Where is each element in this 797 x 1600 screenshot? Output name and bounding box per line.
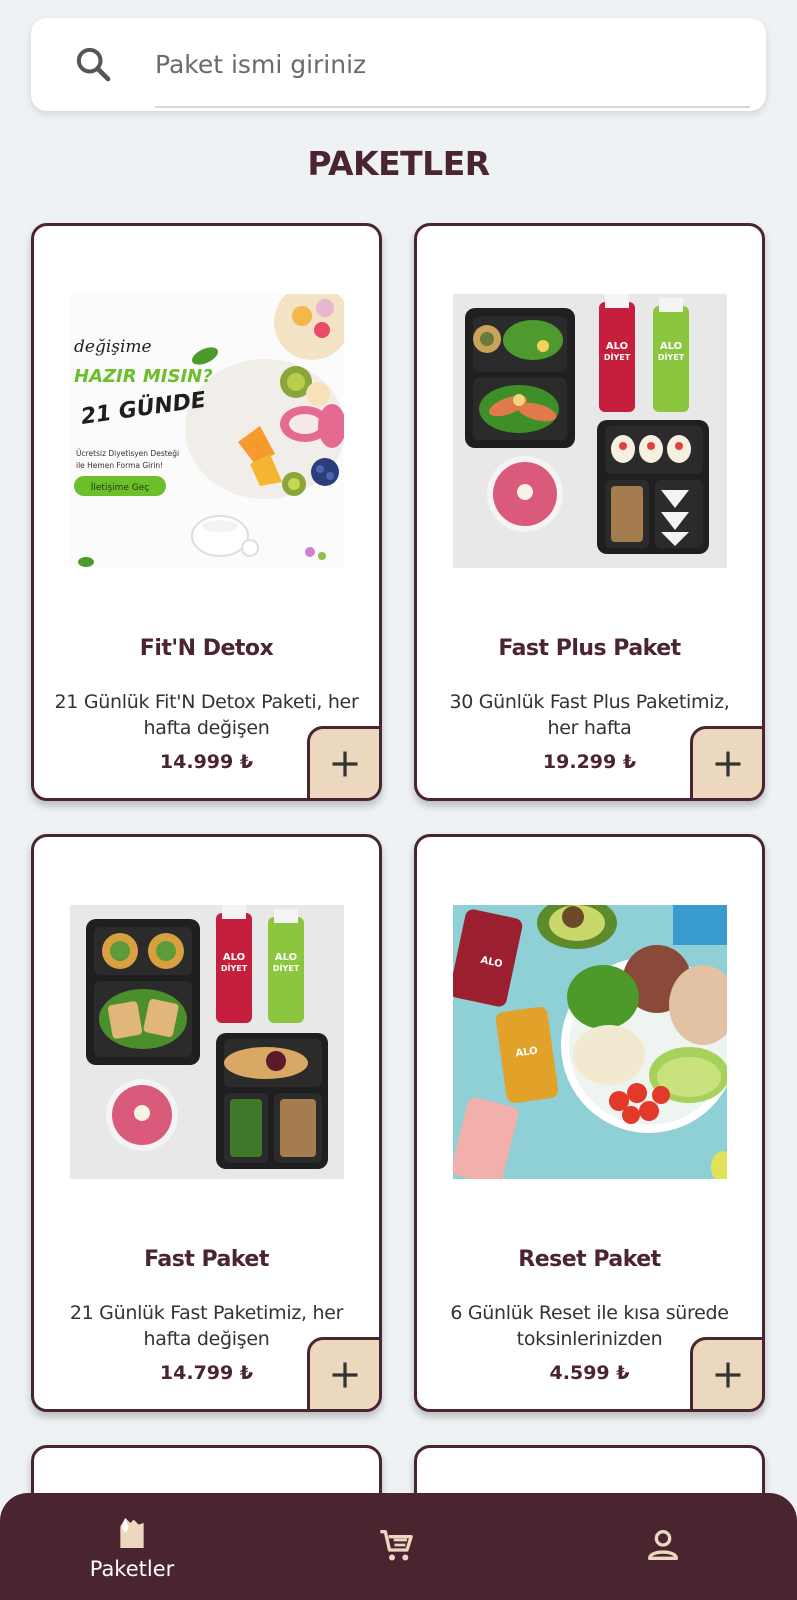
add-to-cart-button[interactable] [307,1337,379,1409]
nav-item-profile[interactable] [618,1493,708,1600]
svg-text:DİYET: DİYET [273,963,300,973]
promo-text: ile Hemen Forma Girin! [76,461,163,470]
package-image: ALO DİYET ALO DİYET [70,905,344,1179]
svg-text:DİYET: DİYET [658,352,685,362]
bottom-navigation: Paketler [0,1493,797,1600]
svg-text:ALO: ALO [606,341,628,352]
package-card[interactable]: değişime HAZIR MISIN? 21 GÜNDE Ücretsiz … [31,223,382,801]
plus-icon [332,1362,357,1387]
cart-icon [380,1529,413,1560]
search-underline [155,106,750,108]
nav-item-cart[interactable] [352,1493,442,1600]
package-card[interactable]: ALO DİYET ALO DİYET Fast Paket 21 Günlük… [31,834,382,1412]
svg-text:ALO: ALO [223,952,245,963]
nav-item-paketler[interactable]: Paketler [82,1493,182,1600]
svg-text:DİYET: DİYET [221,963,248,973]
package-name: Reset Paket [518,1247,661,1272]
plus-icon [715,1362,740,1387]
package-card[interactable]: ALO DİYET ALO DİYET Fast Plus Paket 30 G… [414,223,765,801]
package-icon [120,1517,144,1548]
add-to-cart-button[interactable] [307,726,379,798]
package-image: ALO ALO [453,905,727,1179]
profile-icon [648,1529,678,1560]
svg-text:DİYET: DİYET [604,352,631,362]
plus-icon [332,751,357,776]
promo-text: Ücretsiz Diyetisyen Desteği [76,449,179,458]
add-to-cart-button[interactable] [690,726,762,798]
svg-text:ALO: ALO [275,952,297,963]
package-name: Fast Paket [144,1247,269,1272]
search-icon [73,44,113,84]
plus-icon [715,751,740,776]
svg-text:ALO: ALO [660,341,682,352]
page-title: PAKETLER [307,144,490,183]
package-card[interactable]: ALO ALO Reset Paket 6 Günlük Reset ile k… [414,834,765,1412]
nav-label: Paketler [89,1556,175,1581]
promo-cta: İletişime Geç [91,482,150,493]
promo-text: HAZIR MISIN? [74,366,213,387]
package-name: Fast Plus Paket [498,636,681,661]
package-name: Fit'N Detox [139,636,274,661]
search-bar[interactable] [31,18,766,111]
package-image: ALO DİYET ALO DİYET [453,294,727,568]
promo-text: değişime [74,337,152,357]
add-to-cart-button[interactable] [690,1337,762,1409]
search-input[interactable] [155,36,745,92]
package-image: değişime HAZIR MISIN? 21 GÜNDE Ücretsiz … [70,294,344,568]
